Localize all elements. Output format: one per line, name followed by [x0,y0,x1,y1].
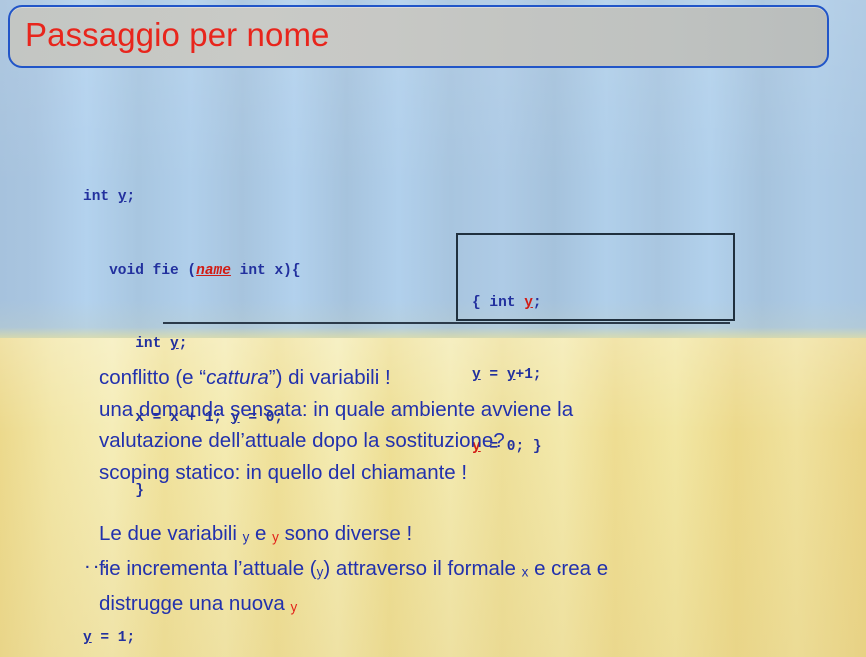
paragraph-2-line-1: Le due variabili y e y sono diverse ! [99,522,413,545]
code-line-7: y = 1; [83,630,136,646]
explanation-paragraph-1: conflitto (e “cattura”) di variabili ! u… [99,362,799,488]
emphasis-cattura: cattura [206,366,269,389]
paragraph-2-line-3: distrugge una nuova y [99,592,298,616]
paragraph-1-line-4: scoping statico: in quello del chiamante… [99,460,468,484]
slide-canvas: Passaggio per nome int y; void fie (name… [0,0,866,657]
substitution-fragment-box: { int y; y = y+1; y = 0; } [456,233,735,455]
code-var-y: y [117,189,127,205]
keyword-name: name [196,262,231,279]
inline-var-y-red: y [272,529,279,545]
inline-var-y-red: y [290,599,298,615]
paragraph-1-line-3: valutazione dell’attuale dopo la sostitu… [99,429,505,452]
code-line-1: int y; [83,189,136,205]
fragment-var-y-red: y [524,295,533,311]
slide-title: Passaggio per nome [25,16,330,53]
explanation-paragraph-2: Le due variabili y e y sono diverse ! fi… [99,518,799,623]
code-line-2: void fie (name int x){ [83,262,301,279]
fragment-line-1: { int y; [472,295,542,311]
horizontal-rule [163,322,730,324]
code-var-y: y [170,336,179,352]
paragraph-1-line-1: conflitto (e “cattura”) di variabili ! [99,366,391,389]
paragraph-2-line-2: fie incrementa l’attuale (y) attraverso … [99,557,609,581]
slide-title-box: Passaggio per nome [8,5,829,68]
paragraph-1-line-2: una domanda sensata: in quale ambiente a… [99,397,574,421]
code-line-3: int y; [83,336,188,352]
code-var-y: y [83,630,92,646]
